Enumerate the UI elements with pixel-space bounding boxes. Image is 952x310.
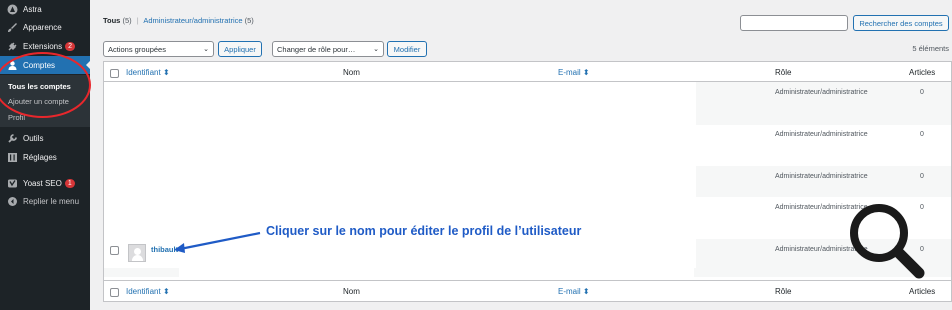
row-posts[interactable]: 0 — [920, 173, 924, 180]
settings-icon — [6, 151, 18, 163]
submenu-profile[interactable]: Profil — [8, 113, 25, 122]
plug-icon — [6, 40, 18, 52]
column-name-footer: Nom — [343, 287, 360, 296]
users-submenu: Tous les comptes Ajouter un compte Profi… — [0, 75, 90, 127]
row-role: Administrateur/administratrice — [775, 131, 868, 138]
column-email-footer[interactable]: E-mail ⬍ — [558, 287, 590, 296]
column-role-footer: Rôle — [775, 287, 792, 296]
sidebar-item-label: Réglages — [23, 152, 57, 162]
select-all-checkbox[interactable] — [110, 69, 119, 78]
sort-icon: ⬍ — [582, 68, 590, 77]
sidebar-item-label: Astra — [23, 4, 42, 14]
row-role: Administrateur/administratrice — [775, 89, 868, 96]
sort-icon: ⬍ — [162, 287, 170, 296]
column-email-label: E-mail — [558, 68, 581, 77]
column-username-footer[interactable]: Identifiant ⬍ — [126, 287, 170, 296]
sidebar-item-outils[interactable]: Outils — [0, 129, 90, 147]
footer-divider — [104, 280, 951, 281]
filter-all-count: (5) — [122, 16, 132, 25]
filter-all[interactable]: Tous — [103, 16, 120, 25]
chevron-down-icon: ⌄ — [203, 46, 209, 53]
sidebar-item-label: Replier le menu — [23, 196, 80, 206]
sidebar-item-label: Outils — [23, 133, 44, 143]
sidebar-item-reglages[interactable]: Réglages — [0, 148, 90, 166]
column-username[interactable]: Identifiant ⬍ — [126, 68, 170, 77]
items-count: 5 éléments — [912, 44, 949, 53]
astra-icon — [6, 3, 18, 15]
sidebar-item-apparence[interactable]: Apparence — [0, 18, 90, 36]
filter-admin-count: (5) — [244, 16, 254, 25]
annotation-arrow — [174, 231, 261, 253]
submenu-all-users[interactable]: Tous les comptes — [8, 82, 71, 91]
row-posts[interactable]: 0 — [920, 89, 924, 96]
admin-sidebar: Astra Apparence Extensions 2 Comptes Tou… — [0, 0, 90, 310]
notification-badge: 1 — [64, 178, 75, 188]
filter-admin[interactable]: Administrateur/administratrice — [143, 16, 242, 25]
bulk-actions-value: Actions groupées — [108, 44, 166, 54]
avatar — [128, 244, 146, 262]
collapse-menu-button[interactable]: Replier le menu — [0, 192, 90, 210]
column-email-label: E-mail — [558, 287, 581, 296]
sidebar-item-astra[interactable]: Astra — [0, 0, 90, 18]
brush-icon — [6, 21, 18, 33]
update-badge: 2 — [65, 41, 76, 51]
row-checkbox[interactable] — [110, 246, 119, 255]
column-name: Nom — [343, 68, 360, 77]
select-all-checkbox-footer[interactable] — [110, 288, 119, 297]
users-icon — [6, 59, 18, 71]
row-posts[interactable]: 0 — [920, 131, 924, 138]
submenu-add-user[interactable]: Ajouter un compte — [8, 97, 69, 106]
bulk-actions-select[interactable]: Actions groupées ⌄ — [103, 41, 214, 57]
column-posts: Articles — [909, 68, 936, 77]
role-filters: Tous (5) | Administrateur/administratric… — [103, 16, 254, 25]
sidebar-item-extensions[interactable]: Extensions 2 — [0, 37, 90, 55]
change-role-select[interactable]: Changer de rôle pour… ⌄ — [272, 41, 384, 57]
sidebar-item-label: Yoast SEO — [23, 178, 62, 188]
column-posts-footer: Articles — [909, 287, 936, 296]
magnifier-icon — [850, 204, 925, 279]
row-role: Administrateur/administratrice — [775, 173, 868, 180]
sort-icon: ⬍ — [582, 287, 590, 296]
column-email[interactable]: E-mail ⬍ — [558, 68, 590, 77]
sidebar-item-yoast[interactable]: Yoast SEO 1 — [0, 174, 90, 192]
sidebar-item-label: Apparence — [23, 22, 62, 32]
main-content: Tous (5) | Administrateur/administratric… — [90, 0, 952, 310]
search-input[interactable] — [740, 15, 848, 31]
column-role: Rôle — [775, 68, 792, 77]
column-username-label: Identifiant — [126, 68, 161, 77]
change-role-button[interactable]: Modifier — [387, 41, 427, 57]
column-username-label: Identifiant — [126, 287, 161, 296]
change-role-value: Changer de rôle pour… — [277, 44, 356, 54]
annotation-text: Cliquer sur le nom pour éditer le profil… — [266, 224, 582, 238]
chevron-down-icon: ⌄ — [373, 46, 379, 53]
wrench-icon — [6, 132, 18, 144]
users-table: Identifiant ⬍ Nom E-mail ⬍ Rôle Articles… — [103, 61, 952, 302]
sidebar-item-label: Extensions — [23, 41, 63, 51]
sidebar-item-comptes[interactable]: Comptes — [0, 56, 90, 74]
apply-button[interactable]: Appliquer — [218, 41, 262, 57]
yoast-icon — [6, 177, 18, 189]
sort-icon: ⬍ — [162, 68, 170, 77]
sidebar-item-label: Comptes — [23, 60, 56, 70]
filter-separator: | — [136, 16, 139, 25]
search-users-button[interactable]: Rechercher des comptes — [853, 15, 949, 31]
collapse-icon — [6, 195, 18, 207]
